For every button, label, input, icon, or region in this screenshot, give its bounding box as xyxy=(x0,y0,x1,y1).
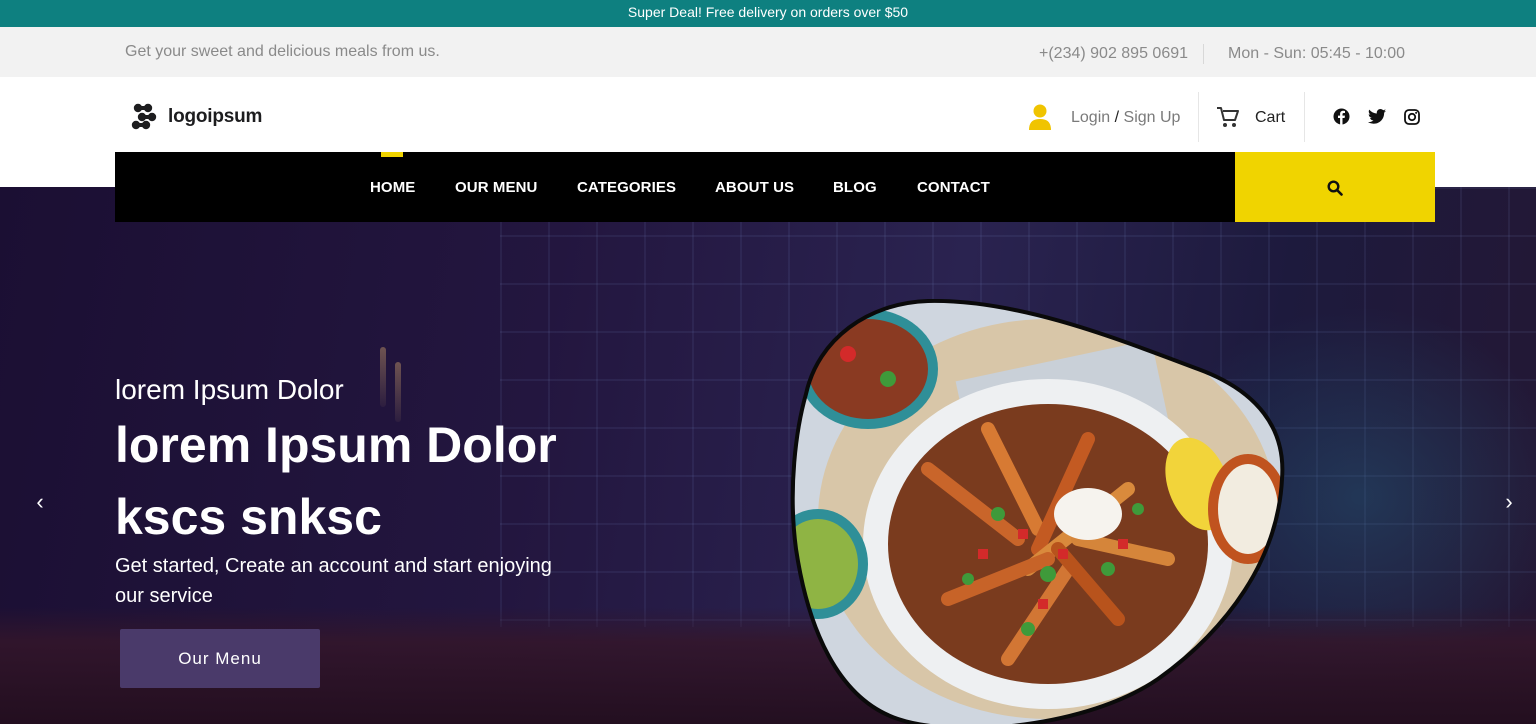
login-separator: / xyxy=(1114,109,1120,126)
search-button[interactable] xyxy=(1235,152,1435,222)
nav-home[interactable]: HOME xyxy=(370,179,415,196)
food-dish-image xyxy=(790,299,1285,724)
user-icon[interactable] xyxy=(1028,104,1052,130)
promo-bar: Super Deal! Free delivery on orders over… xyxy=(0,0,1536,27)
login-label[interactable]: Login xyxy=(1071,109,1110,126)
opening-hours: Mon - Sun: 05:45 - 10:00 xyxy=(1228,45,1405,62)
active-indicator xyxy=(381,152,403,157)
login-link[interactable]: Login / Sign Up xyxy=(1071,109,1180,127)
hero-title: lorem Ipsum Dolor kscs snksc xyxy=(115,417,557,545)
info-bar: Get your sweet and delicious meals from … xyxy=(0,27,1536,77)
promo-text: Super Deal! Free delivery on orders over… xyxy=(627,4,909,20)
facebook-icon[interactable] xyxy=(1333,108,1350,125)
background-lamp xyxy=(380,347,386,407)
nav-about-us[interactable]: ABOUT US xyxy=(715,179,794,196)
nav-categories[interactable]: CATEGORIES xyxy=(577,179,676,196)
tagline: Get your sweet and delicious meals from … xyxy=(125,43,440,60)
slider-prev-arrow[interactable]: ‹ xyxy=(30,489,50,515)
slider-next-arrow[interactable]: › xyxy=(1499,489,1519,515)
hero-subtitle: lorem Ipsum Dolor xyxy=(115,374,344,405)
nav-contact[interactable]: CONTACT xyxy=(917,179,990,196)
instagram-icon[interactable] xyxy=(1404,109,1420,125)
info-divider xyxy=(1203,44,1204,64)
nav-blog[interactable]: BLOG xyxy=(833,179,877,196)
header-divider xyxy=(1198,92,1199,142)
our-menu-button[interactable]: Our Menu xyxy=(120,629,320,688)
nav-our-menu[interactable]: OUR MENU xyxy=(455,179,537,196)
main-navigation: HOME OUR MENU CATEGORIES ABOUT US BLOG C… xyxy=(115,152,1235,222)
hero-description: Get started, Create an account and start… xyxy=(115,555,552,607)
signup-label[interactable]: Sign Up xyxy=(1124,109,1181,126)
header-divider xyxy=(1304,92,1305,142)
logo[interactable]: logoipsum xyxy=(131,103,262,131)
hero-slider: ‹ › lorem Ipsum Dolor lorem Ipsum Dolor … xyxy=(0,187,1536,724)
phone-number[interactable]: +(234) 902 895 0691 xyxy=(1039,45,1188,63)
twitter-icon[interactable] xyxy=(1368,109,1386,124)
cart-icon[interactable] xyxy=(1216,106,1240,128)
logo-icon xyxy=(131,103,157,130)
search-icon xyxy=(1327,180,1343,196)
logo-text: logoipsum xyxy=(168,106,263,127)
cart-link[interactable]: Cart xyxy=(1255,109,1285,127)
